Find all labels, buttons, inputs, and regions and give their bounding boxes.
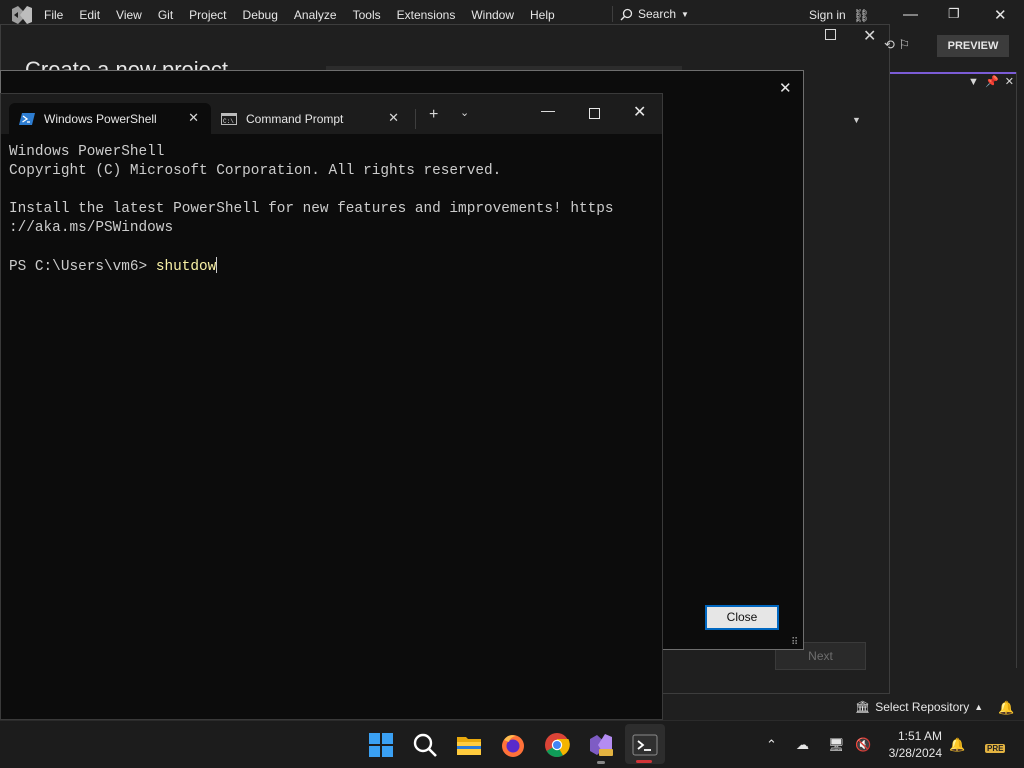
running-indicator <box>597 761 605 764</box>
account-icon[interactable]: ⛓ <box>853 8 870 24</box>
powershell-icon <box>19 112 35 125</box>
output-line: Copyright (C) Microsoft Corporation. All… <box>9 163 502 179</box>
dialog-maximize-icon[interactable] <box>825 29 836 40</box>
tab-label: Command Prompt <box>246 111 344 126</box>
tab-powershell[interactable]: Windows PowerShell ✕ <box>9 103 211 134</box>
menu-extensions[interactable]: Extensions <box>397 8 456 22</box>
terminal-minimize-icon[interactable]: — <box>541 102 555 118</box>
resize-grip-icon[interactable]: ⠿ <box>791 637 798 648</box>
accent-bar <box>890 72 1016 74</box>
terminal-window: Windows PowerShell ✕ C:\ Command Prompt … <box>0 93 663 720</box>
command-prompt-icon: C:\ <box>221 112 237 125</box>
prompt-line: PS C:\Users\vm6> shutdow <box>9 257 657 277</box>
output-line: Install the latest PowerShell for new fe… <box>9 201 614 217</box>
visual-studio-logo-icon <box>12 6 32 24</box>
terminal-maximize-icon[interactable] <box>589 108 600 119</box>
firefox-icon[interactable] <box>500 732 526 758</box>
menu-help[interactable]: Help <box>530 8 555 22</box>
terminal-icon[interactable] <box>632 732 658 758</box>
tab-label: Windows PowerShell <box>44 111 157 126</box>
menu-window[interactable]: Window <box>471 8 514 22</box>
menu-tools[interactable]: Tools <box>353 8 381 22</box>
clock-date: 3/28/2024 <box>888 746 942 760</box>
typed-command: shutdow <box>155 259 217 275</box>
windows-start-icon[interactable] <box>368 732 394 758</box>
vs-close-icon[interactable]: ✕ <box>994 6 1007 24</box>
active-indicator <box>636 760 652 763</box>
vs-menu-bar: File Edit View Git Project Debug Analyze… <box>44 8 571 22</box>
dark-dialog-close-icon[interactable]: ✕ <box>779 79 792 97</box>
menu-git[interactable]: Git <box>158 8 173 22</box>
close-icon[interactable]: ✕ <box>388 110 399 126</box>
chevron-up-icon: ▲ <box>974 702 984 712</box>
chevron-down-icon[interactable]: ⌄ <box>460 106 469 119</box>
clock-time: 1:51 AM <box>897 729 942 743</box>
search-icon[interactable] <box>412 732 438 758</box>
text-cursor <box>216 257 218 273</box>
chevron-down-icon[interactable]: ▼ <box>852 115 861 125</box>
file-explorer-icon[interactable] <box>456 732 482 758</box>
panel-tool-icons[interactable]: ▼ 📌 ✕ <box>968 75 1014 88</box>
svg-text:C:\: C:\ <box>223 118 234 125</box>
chevron-down-icon: ▼ <box>681 9 689 19</box>
taskbar-clock[interactable]: 1:51 AM 3/28/2024 <box>884 728 942 762</box>
volume-muted-icon[interactable]: 🔇 <box>855 737 871 753</box>
preview-button[interactable]: PREVIEW <box>937 35 1009 57</box>
sign-in-link[interactable]: Sign in <box>809 8 846 22</box>
output-line: ​ <box>9 181 657 200</box>
vs-restore-icon[interactable]: ❐ <box>948 6 960 22</box>
visual-studio-preview-icon[interactable] <box>588 732 614 758</box>
output-line: Windows PowerShell <box>9 144 165 160</box>
dialog-close-icon[interactable]: ✕ <box>863 26 876 46</box>
repository-icon: 🏛 <box>855 700 871 714</box>
menu-edit[interactable]: Edit <box>79 8 100 22</box>
menu-analyze[interactable]: Analyze <box>294 8 337 22</box>
close-button[interactable]: Close <box>705 605 779 630</box>
pre-badge-icon[interactable]: PRE <box>985 744 1006 753</box>
menu-file[interactable]: File <box>44 8 63 22</box>
new-tab-plus-icon[interactable]: + <box>429 106 438 124</box>
notification-bell-icon[interactable]: 🔔 <box>949 737 965 753</box>
terminal-close-icon[interactable]: ✕ <box>633 102 646 122</box>
notification-bell-icon[interactable]: 🔔 <box>998 700 1014 716</box>
menu-view[interactable]: View <box>116 8 142 22</box>
menu-debug[interactable]: Debug <box>243 8 278 22</box>
terminal-output[interactable]: Windows PowerShell Copyright (C) Microsof… <box>9 143 657 277</box>
tab-strip: Windows PowerShell ✕ C:\ Command Prompt … <box>1 94 662 134</box>
select-repository-label: Select Repository <box>875 700 970 714</box>
panel-divider <box>1016 72 1017 668</box>
tab-command-prompt[interactable]: C:\ Command Prompt ✕ <box>211 103 411 134</box>
output-line: ​ <box>9 238 657 257</box>
vs-search-button[interactable]: Search ▼ <box>612 6 689 22</box>
prompt: PS C:\Users\vm6> <box>9 259 156 275</box>
vs-minimize-icon[interactable]: — <box>903 6 918 23</box>
search-separator <box>612 6 613 22</box>
search-label: Search <box>638 7 677 21</box>
chrome-icon[interactable] <box>544 732 570 758</box>
select-repository-button[interactable]: 🏛 Select Repository ▲ <box>855 700 983 714</box>
feedback-icon[interactable]: ⟲ ⚐ <box>884 37 910 53</box>
tab-separator <box>415 109 416 129</box>
onedrive-icon[interactable]: ☁ <box>796 737 809 753</box>
show-hidden-icons-chevron-icon[interactable]: ⌃ <box>766 737 777 753</box>
network-icon[interactable]: 🖥 <box>828 737 845 753</box>
menu-project[interactable]: Project <box>189 8 226 22</box>
search-icon <box>620 8 633 20</box>
close-icon[interactable]: ✕ <box>188 110 199 126</box>
output-line: ://aka.ms/PSWindows <box>9 220 174 236</box>
